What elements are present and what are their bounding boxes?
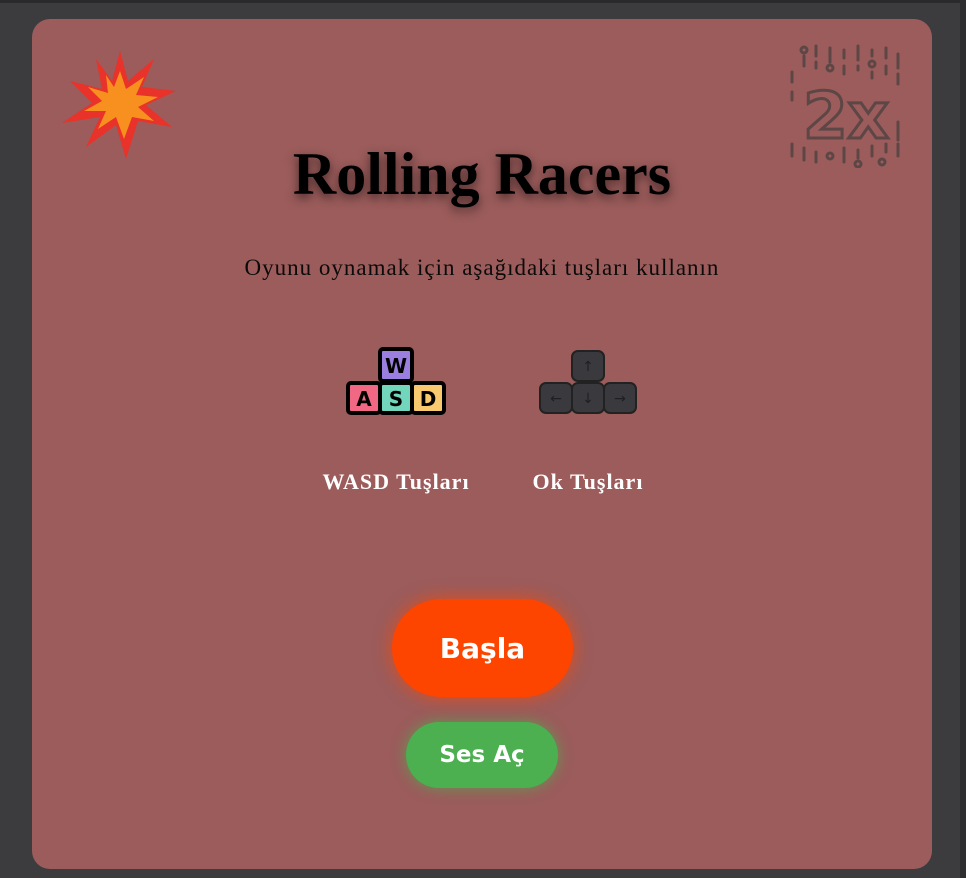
arrow-control: ↑ ← ↓ → <box>488 345 688 417</box>
start-menu-panel: 2x Rolling Racers Oyunu oynamak için aşa… <box>32 19 932 869</box>
key-down: ↓ <box>582 391 594 407</box>
key-w: W <box>385 354 407 378</box>
sound-toggle-button[interactable]: Ses Aç <box>406 722 558 788</box>
key-s: S <box>389 387 403 411</box>
key-a: A <box>356 387 372 411</box>
key-d: D <box>420 387 437 411</box>
game-title: Rolling Racers <box>292 141 672 207</box>
key-left: ← <box>550 391 562 407</box>
window-top-edge <box>0 0 966 3</box>
instructions-text: Oyunu oynamak için aşağıdaki tuşları kul… <box>244 255 720 280</box>
key-right: → <box>614 391 626 407</box>
arrow-keys-label: Ok Tuşları <box>532 469 644 494</box>
wasd-control: W A S D <box>296 345 496 417</box>
wasd-label: WASD Tuşları <box>322 469 470 494</box>
scrollbar-track[interactable] <box>960 0 966 878</box>
key-up: ↑ <box>582 359 594 375</box>
start-button[interactable]: Başla <box>392 599 573 697</box>
wasd-keys-icon: W A S D <box>346 347 446 415</box>
arrow-keys-icon: ↑ ← ↓ → <box>539 350 637 414</box>
